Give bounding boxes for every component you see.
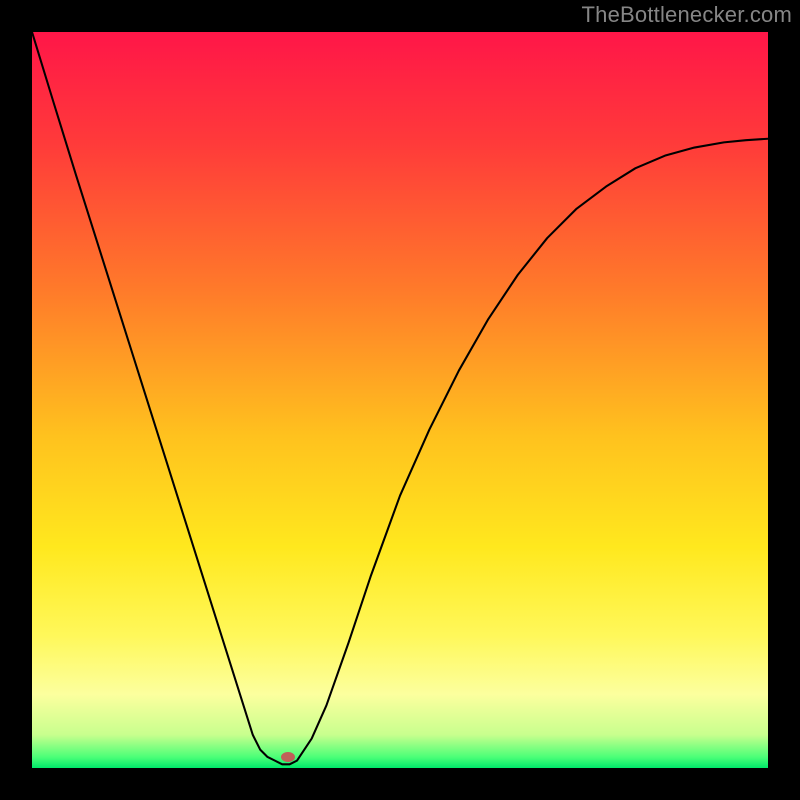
chart-container: TheBottlenecker.com	[0, 0, 800, 800]
curve-layer	[32, 32, 768, 768]
curve-path	[32, 32, 768, 764]
watermark-text: TheBottlenecker.com	[582, 2, 792, 28]
minimum-marker	[281, 752, 295, 762]
plot-area	[32, 32, 768, 768]
